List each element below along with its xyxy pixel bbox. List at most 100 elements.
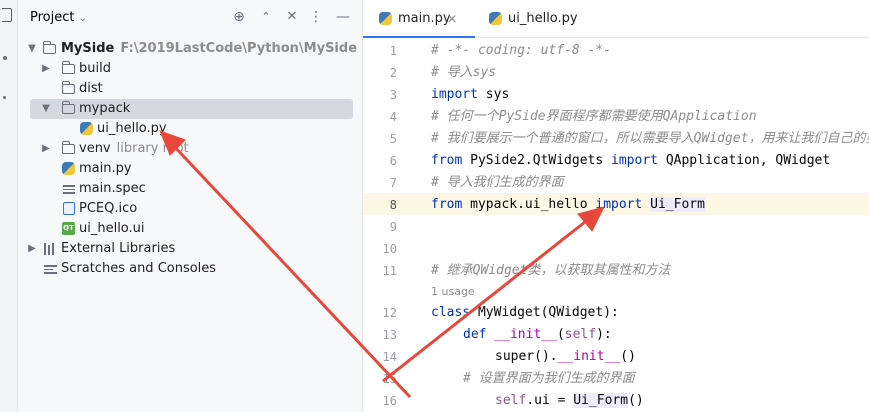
text-file-icon — [63, 183, 75, 195]
folder-icon — [62, 101, 75, 114]
tab-label: main.py — [398, 11, 451, 26]
code-text: () — [628, 393, 644, 408]
tree-item-label: PCEQ.ico — [79, 201, 138, 216]
tree-item-label: dist — [79, 81, 103, 96]
comment: # 设置界面为我们生成的界面 — [463, 371, 635, 386]
code-text: .ui = — [526, 393, 574, 408]
folder-icon — [62, 141, 75, 154]
line-number: 15 — [382, 372, 397, 386]
code-line-current: from mypack.ui_hello import Ui_Form — [431, 194, 705, 216]
line-number: 11 — [382, 264, 397, 278]
tree-item-label: MySide — [61, 41, 115, 56]
folder-icon — [62, 61, 75, 74]
close-icon[interactable]: ✕ — [447, 0, 457, 38]
tree-item-label: Scratches and Consoles — [61, 261, 217, 276]
tree-item-ui-hello-ui[interactable]: QT ui_hello.ui — [18, 219, 363, 239]
keyword: import — [431, 87, 478, 102]
line-number: 13 — [382, 328, 397, 342]
code-text: PySide2.QtWidgets — [462, 153, 612, 168]
magic-method: __init__ — [494, 327, 557, 342]
line-number: 4 — [389, 110, 397, 124]
scratches-icon — [44, 263, 57, 275]
image-file-icon — [63, 202, 75, 215]
comment: # 我们要展示一个普通的窗口，所以需要导入QWidget，用来让我们自己的类继承 — [431, 131, 869, 146]
python-file-icon — [379, 12, 392, 25]
code-line: from PySide2.QtWidgets import QApplicati… — [431, 150, 830, 172]
collapse-all-icon[interactable]: ✕ — [283, 8, 301, 26]
tree-item-ui-hello-py[interactable]: ui_hello.py — [18, 119, 363, 139]
code-line: # -*- coding: utf-8 -*- — [431, 40, 611, 62]
chevron-right-icon[interactable]: ▶ — [40, 59, 52, 79]
line-number: 12 — [382, 306, 397, 320]
code-line: # 任何一个PySide界面程序都需要使用QApplication — [431, 106, 757, 128]
code-line: class MyWidget(QWidget): — [431, 302, 619, 324]
code-line: # 设置界面为我们生成的界面 — [463, 368, 635, 390]
chevron-right-icon[interactable]: ▶ — [26, 239, 38, 259]
chevron-down-icon: ⌄ — [78, 13, 87, 24]
code-text: () — [620, 349, 636, 364]
hide-panel-icon[interactable]: — — [334, 8, 352, 26]
code-text: ( — [556, 327, 565, 342]
code-text: sys — [477, 87, 510, 102]
tree-item-build[interactable]: ▶ build — [18, 59, 363, 79]
project-view-selector[interactable]: Project ⌄ — [30, 10, 87, 25]
tree-item-mypack[interactable]: ▼ mypack — [30, 99, 353, 119]
code-text: QApplication, QWidget — [658, 153, 831, 168]
line-number: 1 — [389, 44, 397, 58]
tree-item-main-py[interactable]: main.py — [18, 159, 363, 179]
tree-item-label: ui_hello.ui — [79, 221, 145, 236]
tree-item-myside[interactable]: ▼ MySide F:\2019LastCode\Python\MySide — [18, 39, 363, 59]
options-icon[interactable]: ⋮ — [307, 8, 325, 26]
chevron-down-icon[interactable]: ▼ — [26, 39, 38, 59]
tree-item-scratches[interactable]: Scratches and Consoles — [18, 259, 363, 279]
line-number: 5 — [389, 132, 397, 146]
tree-item-pceq-ico[interactable]: PCEQ.ico — [18, 199, 363, 219]
tree-item-main-spec[interactable]: main.spec — [18, 179, 363, 199]
tree-item-venv[interactable]: ▶ venv library root — [18, 139, 363, 159]
code-line: def __init__(self): — [463, 324, 612, 346]
tree-item-label: main.py — [79, 161, 132, 176]
tool-window-strip — [0, 0, 18, 412]
keyword: import — [611, 153, 658, 168]
more-tools-icon[interactable] — [3, 96, 6, 99]
line-number: 6 — [389, 154, 397, 168]
line-number: 16 — [382, 394, 397, 408]
line-number: 14 — [382, 350, 397, 364]
ide-window: Project ⌄ ⊕ ⌃ ✕ ⋮ — ▼ MySide F:\2019LastCo… — [0, 0, 869, 412]
structure-tool-icon[interactable] — [3, 56, 7, 60]
line-number: 9 — [389, 220, 397, 234]
qt-file-icon: QT — [62, 222, 75, 235]
line-number: 2 — [389, 66, 397, 80]
project-tool-icon[interactable] — [2, 8, 12, 22]
comment: # -*- coding: utf-8 -*- — [431, 43, 612, 58]
code-text: MyWidget(QWidget): — [470, 305, 619, 320]
tab-label: ui_hello.py — [508, 11, 578, 26]
tree-item-external-libraries[interactable]: ▶ External Libraries — [18, 239, 363, 259]
locate-icon[interactable]: ⊕ — [230, 8, 248, 26]
self-keyword: self — [495, 393, 527, 408]
comment: # 导入sys — [431, 65, 497, 80]
project-panel-header: Project ⌄ ⊕ ⌃ ✕ ⋮ — — [18, 0, 363, 36]
tab-main-py[interactable]: main.py ✕ — [363, 0, 475, 38]
highlighted-symbol: Ui_Form — [650, 197, 705, 212]
code-view[interactable]: # -*- coding: utf-8 -*- # 导入sys import s… — [431, 38, 869, 412]
keyword: class — [431, 305, 471, 320]
python-file-icon — [489, 12, 502, 25]
chevron-down-icon[interactable]: ▼ — [40, 99, 52, 119]
library-icon — [43, 243, 57, 255]
usage-hint[interactable]: 1 usage — [431, 283, 475, 301]
project-panel: Project ⌄ ⊕ ⌃ ✕ ⋮ — ▼ MySide F:\2019LastCo… — [18, 0, 363, 412]
code-line: # 导入我们生成的界面 — [431, 172, 564, 194]
tab-ui-hello-py[interactable]: ui_hello.py — [475, 0, 595, 38]
tree-item-label: build — [79, 61, 111, 76]
highlighted-symbol: Ui_Form — [573, 393, 629, 408]
chevron-right-icon[interactable]: ▶ — [40, 139, 52, 159]
python-file-icon — [80, 122, 93, 135]
tree-item-label: main.spec — [79, 181, 146, 196]
expand-all-icon[interactable]: ⌃ — [257, 8, 275, 26]
code-text: super(). — [495, 349, 558, 364]
tree-item-label: External Libraries — [61, 241, 176, 256]
keyword: import — [595, 197, 643, 212]
tree-item-dist[interactable]: dist — [18, 79, 363, 99]
